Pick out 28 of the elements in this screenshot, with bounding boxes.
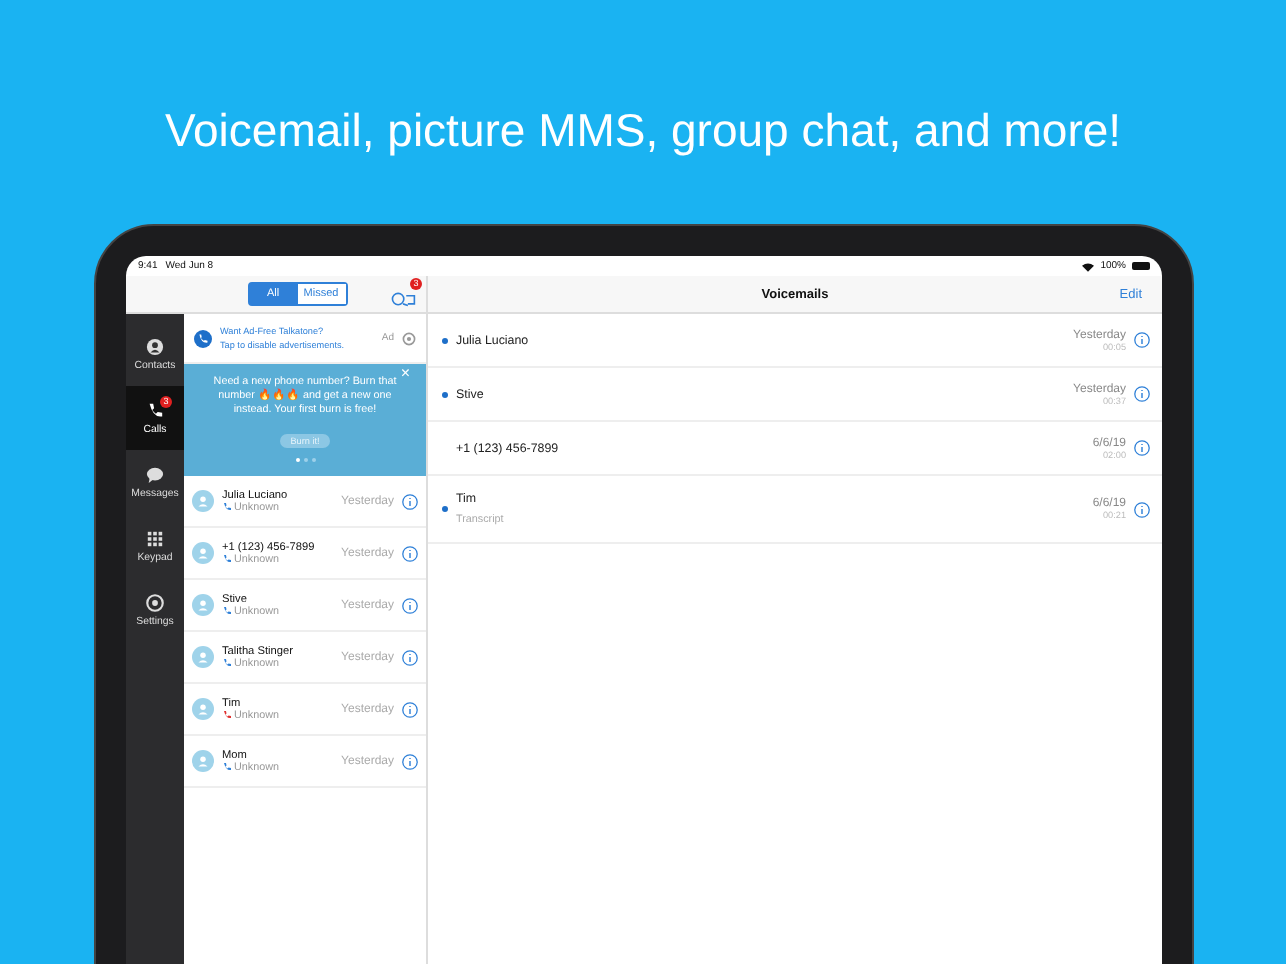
- info-button[interactable]: [1134, 501, 1150, 517]
- avatar-icon: [192, 646, 214, 668]
- avatar-icon: [192, 490, 214, 512]
- avatar-icon: [192, 750, 214, 772]
- keypad-icon: [146, 529, 164, 547]
- settings-icon: [146, 593, 164, 611]
- info-button[interactable]: [1134, 386, 1150, 402]
- info-button[interactable]: [402, 753, 418, 769]
- headline: Voicemail, picture MMS, group chat, and more!: [162, 102, 1124, 160]
- info-button[interactable]: [402, 545, 418, 561]
- info-button[interactable]: [402, 597, 418, 613]
- phone-icon: [146, 401, 164, 419]
- info-button[interactable]: [402, 649, 418, 665]
- info-button[interactable]: [1134, 332, 1150, 348]
- person-icon: [146, 337, 164, 355]
- avatar-icon: [192, 698, 214, 720]
- search-icon[interactable]: [390, 290, 416, 308]
- avatar-icon: [192, 594, 214, 616]
- settings-icon[interactable]: [402, 331, 416, 345]
- info-button[interactable]: [402, 701, 418, 717]
- info-button[interactable]: [402, 493, 418, 509]
- info-button[interactable]: [1134, 440, 1150, 456]
- wifi-icon: [1082, 261, 1095, 271]
- battery-icon: [1132, 262, 1150, 270]
- chat-bubble-icon: [146, 465, 164, 483]
- phone-icon: [194, 329, 212, 347]
- avatar-icon: [192, 542, 214, 564]
- close-button[interactable]: ×: [400, 366, 410, 382]
